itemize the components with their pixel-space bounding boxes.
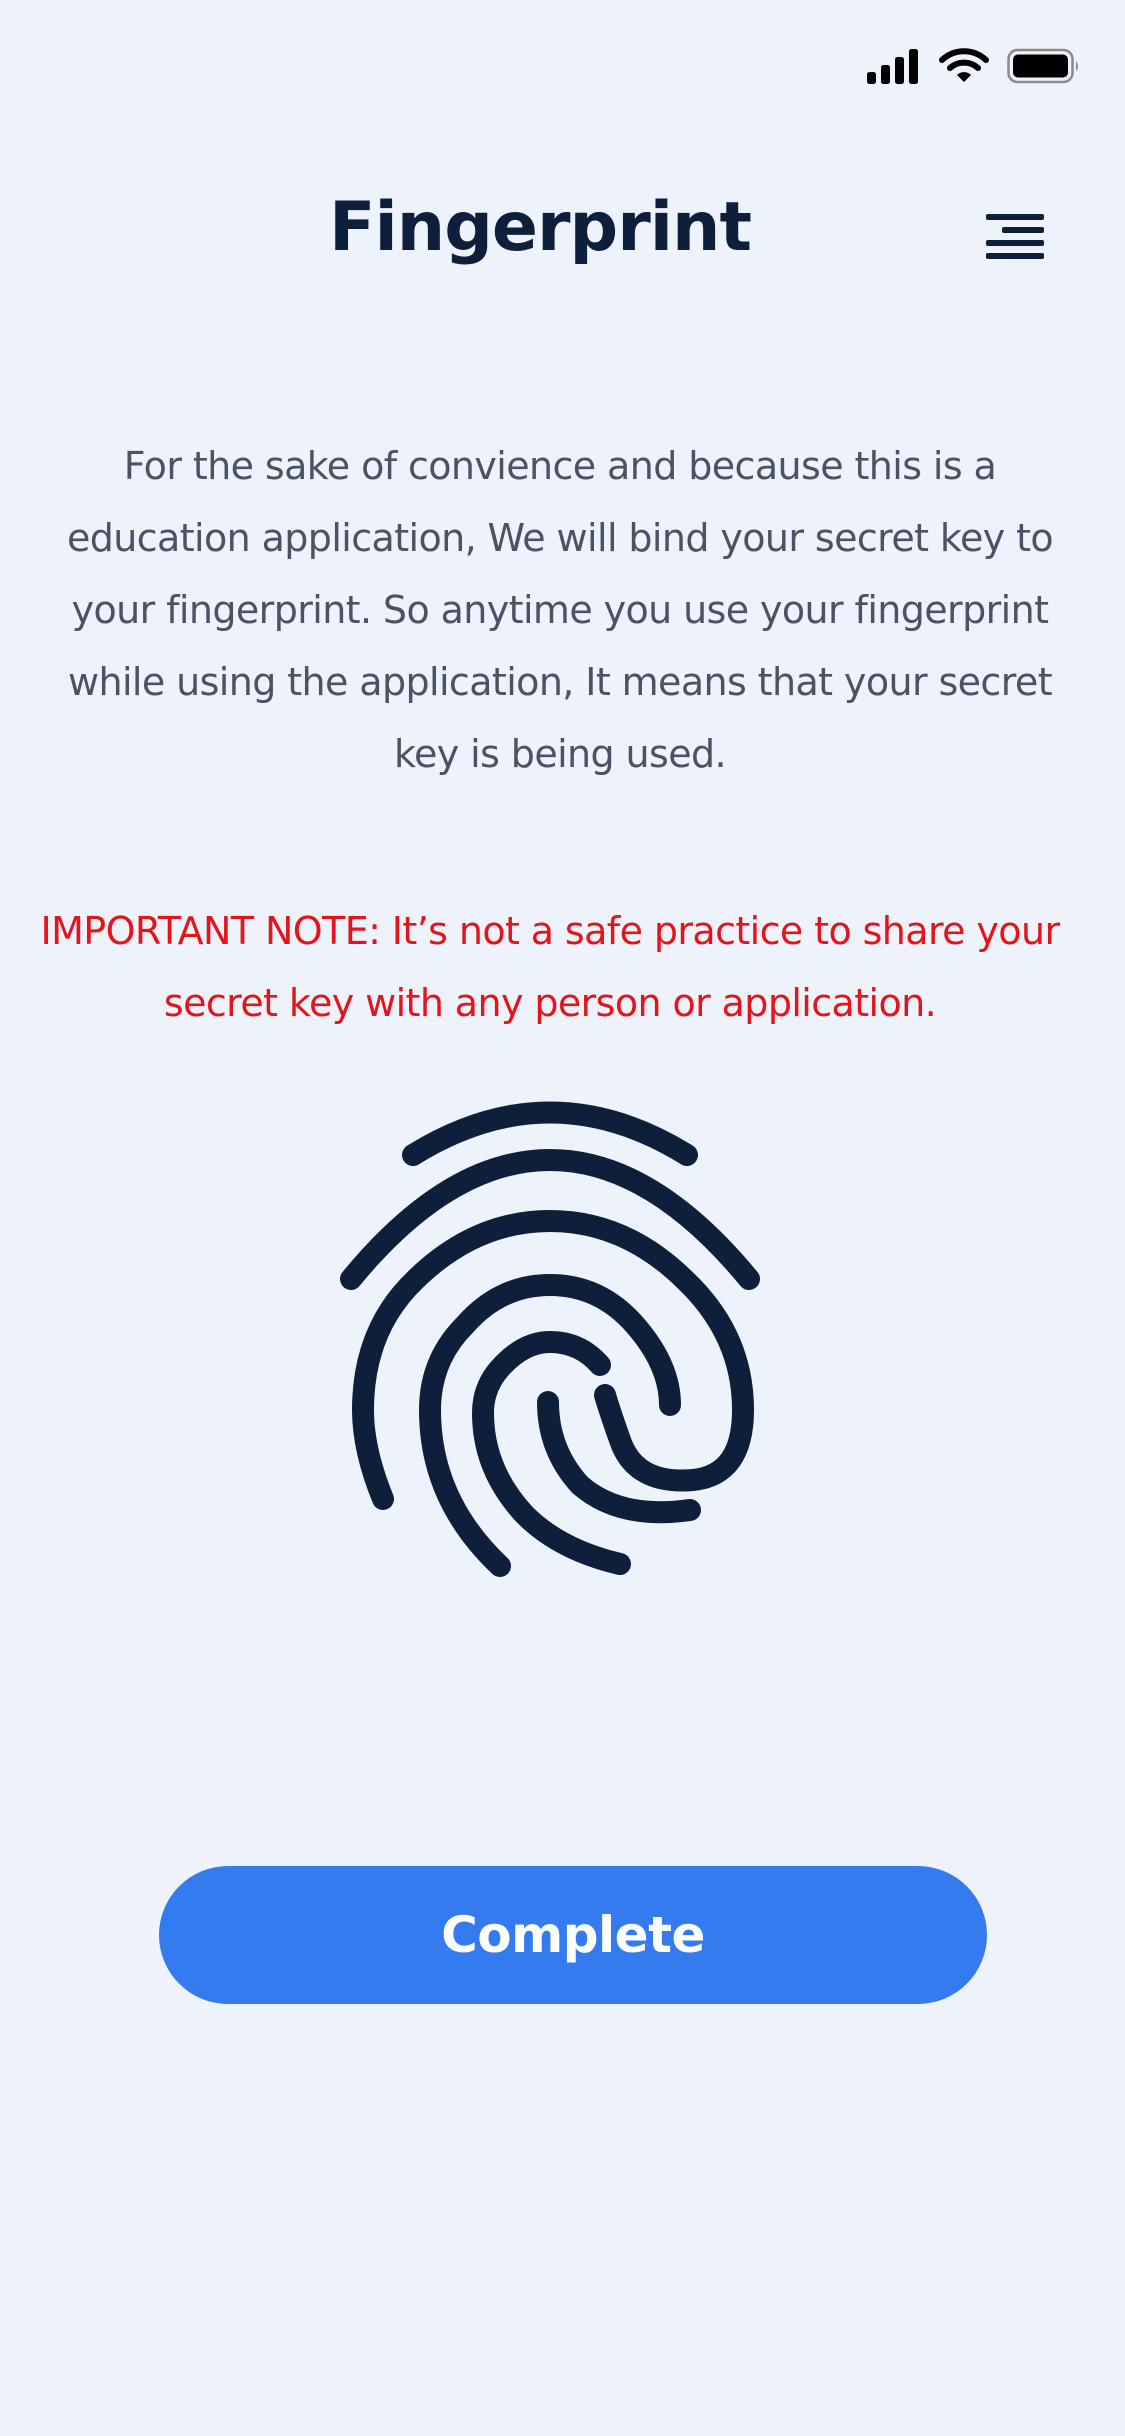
page-title: Fingerprint — [329, 188, 752, 267]
wifi-icon — [939, 48, 989, 82]
status-icons — [867, 48, 1081, 84]
header: Fingerprint — [0, 170, 1125, 300]
menu-button[interactable] — [982, 210, 1050, 266]
menu-lines-icon — [986, 214, 1044, 259]
status-bar — [0, 0, 1125, 132]
cellular-signal-icon — [867, 49, 918, 84]
important-note: IMPORTANT NOTE: It’s not a safe practice… — [40, 909, 1061, 1025]
fingerprint-icon[interactable] — [320, 1090, 780, 1600]
complete-button[interactable]: Complete — [159, 1866, 987, 2004]
description-text: For the sake of convience and because th… — [66, 444, 1054, 776]
battery-icon — [1007, 48, 1078, 84]
